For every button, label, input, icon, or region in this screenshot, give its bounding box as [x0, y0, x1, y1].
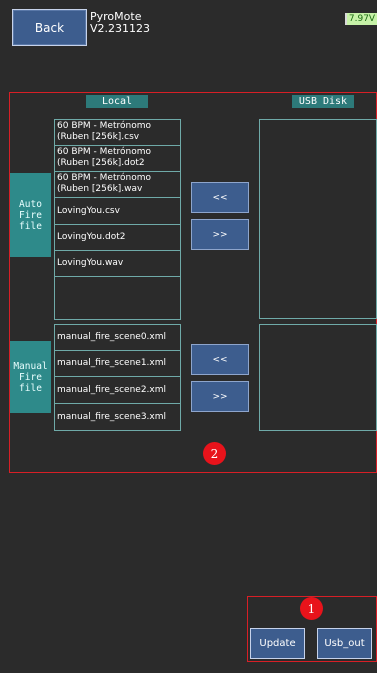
file-item[interactable]: manual_fire_scene3.xml — [55, 404, 180, 430]
file-item[interactable]: 60 BPM - Metrónomo (Ruben [256k].dot2 — [55, 146, 180, 172]
file-item[interactable]: manual_fire_scene0.xml — [55, 325, 180, 351]
usb-column-header: USB Disk — [292, 95, 354, 108]
usb-out-button[interactable]: Usb_out — [317, 628, 372, 659]
file-item[interactable]: manual_fire_scene2.xml — [55, 377, 180, 404]
file-item[interactable]: manual_fire_scene1.xml — [55, 351, 180, 377]
manual-label-line: file — [19, 382, 42, 394]
file-item[interactable]: 60 BPM - Metrónomo (Ruben [256k].wav — [55, 172, 180, 198]
local-auto-file-list: 60 BPM - Metrónomo (Ruben [256k].csv 60 … — [54, 119, 181, 320]
auto-label-line: Auto — [19, 198, 42, 210]
file-item[interactable]: 60 BPM - Metrónomo (Ruben [256k].csv — [55, 120, 180, 146]
auto-copy-to-local-button[interactable]: << — [191, 182, 249, 213]
update-button[interactable]: Update — [250, 628, 305, 659]
file-item[interactable]: LovingYou.wav — [55, 251, 180, 277]
auto-label-line: file — [19, 220, 42, 232]
manual-copy-to-usb-button[interactable]: >> — [191, 381, 249, 412]
file-item[interactable]: LovingYou.dot2 — [55, 225, 180, 251]
usb-auto-file-list[interactable] — [259, 119, 377, 319]
local-column-header: Local — [86, 95, 148, 108]
usb-manual-file-list[interactable] — [259, 324, 377, 431]
battery-indicator: 7.97V — [345, 13, 377, 25]
manual-label-line: Fire — [19, 371, 42, 383]
app-name: PyroMote — [90, 10, 142, 23]
manual-fire-file-label: Manual Fire file — [10, 341, 51, 413]
auto-fire-file-label: Auto Fire file — [10, 173, 51, 257]
manual-label-line: Manual — [13, 360, 48, 372]
auto-copy-to-usb-button[interactable]: >> — [191, 219, 249, 250]
back-button[interactable]: Back — [12, 9, 87, 46]
file-item[interactable]: LovingYou.csv — [55, 198, 180, 225]
manual-copy-to-local-button[interactable]: << — [191, 344, 249, 375]
annotation-marker-2: 2 — [203, 442, 226, 465]
auto-label-line: Fire — [19, 209, 42, 221]
annotation-marker-1: 1 — [300, 597, 323, 620]
app-version: V2.231123 — [90, 22, 151, 35]
local-manual-file-list: manual_fire_scene0.xml manual_fire_scene… — [54, 324, 181, 431]
